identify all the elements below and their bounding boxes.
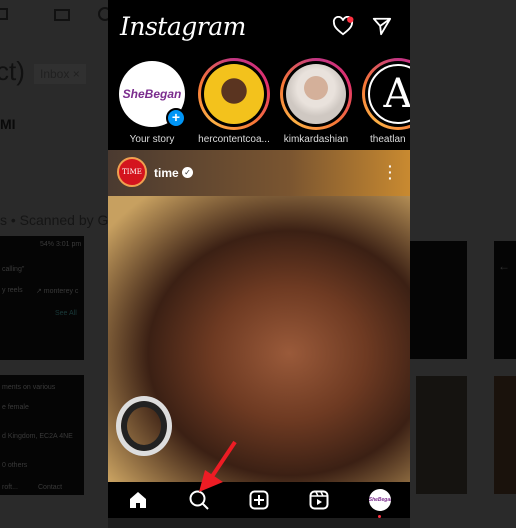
instagram-app: Instagram SheBegan + Your story herconte… xyxy=(108,0,410,528)
thumb-query: calling" xyxy=(2,266,25,273)
inbox-label-chip[interactable]: Inbox × xyxy=(34,64,86,84)
story-label: theatlan xyxy=(370,134,406,145)
attachment-thumbnail[interactable] xyxy=(416,376,467,494)
post-author-avatar[interactable]: TIME xyxy=(117,157,147,187)
story-avatar xyxy=(204,64,264,124)
post-image[interactable] xyxy=(108,196,410,482)
story-label: Your story xyxy=(129,134,175,145)
scan-note: s • Scanned by G xyxy=(0,212,109,228)
more-options-icon[interactable]: · · · xyxy=(388,159,393,185)
thumb-line: e female xyxy=(2,404,29,411)
story-label: hercontentcoa... xyxy=(198,134,270,145)
story-item[interactable]: kimkardashian xyxy=(280,58,352,145)
profile-avatar-image: SheBegan xyxy=(368,489,391,511)
story-avatar: A xyxy=(368,64,410,124)
back-arrow-icon: ← xyxy=(498,259,510,273)
thumb-status: 54% 3:01 pm xyxy=(40,241,82,248)
verified-badge-icon: ✓ xyxy=(182,167,193,178)
thumb-footer: Contact xyxy=(38,484,63,491)
story-avatar xyxy=(286,64,346,124)
thumb-line: d Kingdom, EC2A 4NE xyxy=(2,433,73,440)
thumb-line: 0 others xyxy=(2,462,28,469)
story-item[interactable]: hercontentcoa... xyxy=(198,58,270,145)
thumb-footer: roft... xyxy=(2,484,18,491)
direct-message-icon[interactable] xyxy=(372,16,392,36)
trash-icon xyxy=(0,8,8,20)
earring xyxy=(116,396,172,456)
attachment-thumbnail[interactable] xyxy=(410,241,467,359)
bottom-nav: SheBegan xyxy=(108,482,410,518)
thumb-line: ments on various xyxy=(2,384,56,391)
reels-icon[interactable] xyxy=(307,488,331,512)
thumb-see-all: See All xyxy=(55,310,77,317)
story-item[interactable]: A theatlan xyxy=(362,58,410,145)
post-username[interactable]: time xyxy=(154,166,179,180)
add-story-icon[interactable]: + xyxy=(166,108,186,128)
story-your-story[interactable]: SheBegan + Your story xyxy=(116,58,188,145)
sender-name: MI xyxy=(0,116,16,132)
annotation-arrow-icon xyxy=(199,440,237,492)
attachment-thumbnail[interactable]: ← xyxy=(494,241,516,359)
story-label: kimkardashian xyxy=(283,134,349,145)
system-bar xyxy=(108,518,410,528)
post-header: TIME time ✓ · · · xyxy=(108,150,410,196)
mail-icon xyxy=(54,9,70,21)
thumb-chip: y reels xyxy=(2,287,23,294)
thumb-chip: ↗ monterey c xyxy=(36,288,79,295)
instagram-logo: Instagram xyxy=(120,12,246,41)
attachment-thumbnail[interactable] xyxy=(0,236,84,360)
profile-avatar[interactable]: SheBegan xyxy=(368,488,392,518)
home-icon[interactable] xyxy=(126,488,150,512)
email-subject: ct) xyxy=(0,56,25,86)
attachment-thumbnail[interactable] xyxy=(494,376,516,494)
activity-heart-icon[interactable] xyxy=(332,15,354,36)
create-icon[interactable] xyxy=(247,488,271,512)
